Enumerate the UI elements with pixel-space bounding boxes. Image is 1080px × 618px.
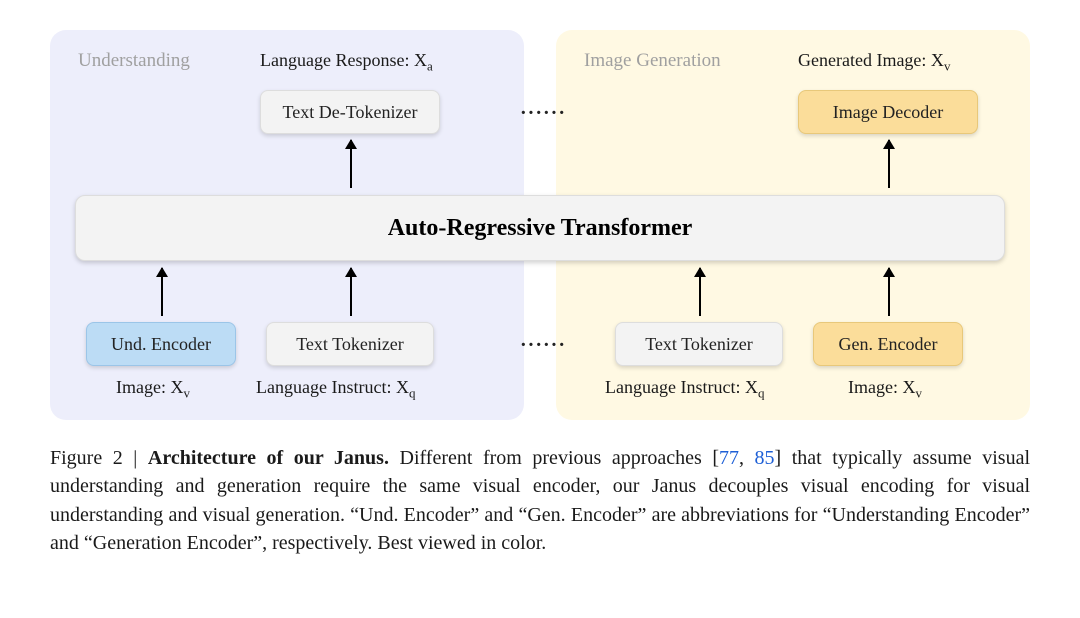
caption-ref1[interactable]: 77: [719, 447, 739, 469]
arrow-gen-encoder: [888, 268, 890, 316]
caption-prefix: Figure 2 |: [50, 447, 148, 469]
text-tokenizer-left-box: Text Tokenizer: [266, 322, 434, 366]
left-image-input-sub: v: [183, 386, 190, 401]
caption-ref2[interactable]: 85: [755, 447, 775, 469]
und-encoder-box: Und. Encoder: [86, 322, 236, 366]
left-lang-input-sub: q: [409, 386, 416, 401]
caption-text1: Different from previous approaches [: [389, 447, 719, 469]
architecture-diagram: Understanding Image Generation Language …: [50, 30, 1030, 420]
dots-bottom: ······: [520, 334, 566, 357]
left-lang-input-label: Language Instruct: Xq: [256, 377, 415, 402]
right-image-input-text: Image: X: [848, 377, 915, 397]
generated-image-sub: v: [944, 59, 951, 74]
right-image-input-sub: v: [915, 386, 922, 401]
arrow-und-encoder: [161, 268, 163, 316]
generated-image-text: Generated Image: X: [798, 50, 944, 70]
text-tokenizer-right-box: Text Tokenizer: [615, 322, 783, 366]
dots-top: ······: [520, 102, 566, 125]
figure-caption: Figure 2 | Architecture of our Janus. Di…: [50, 444, 1030, 558]
right-image-input-label: Image: Xv: [848, 377, 922, 402]
understanding-title: Understanding: [78, 50, 190, 72]
caption-comma: ,: [739, 447, 755, 469]
left-image-input-label: Image: Xv: [116, 377, 190, 402]
arrow-text-tok-left: [350, 268, 352, 316]
language-response-label: Language Response: Xa: [260, 50, 433, 75]
right-lang-input-sub: q: [758, 386, 765, 401]
arrow-detok-to-transformer: [350, 140, 352, 188]
right-lang-input-text: Language Instruct: X: [605, 377, 758, 397]
right-lang-input-label: Language Instruct: Xq: [605, 377, 764, 402]
text-detokenizer-box: Text De-Tokenizer: [260, 90, 440, 134]
arrow-text-tok-right: [699, 268, 701, 316]
transformer-box: Auto-Regressive Transformer: [75, 195, 1005, 261]
image-decoder-box: Image Decoder: [798, 90, 978, 134]
generated-image-label: Generated Image: Xv: [798, 50, 950, 75]
generation-title: Image Generation: [584, 50, 721, 72]
language-response-text: Language Response: X: [260, 50, 427, 70]
language-response-sub: a: [427, 59, 433, 74]
arrow-decoder-to-transformer: [888, 140, 890, 188]
gen-encoder-box: Gen. Encoder: [813, 322, 963, 366]
left-lang-input-text: Language Instruct: X: [256, 377, 409, 397]
left-image-input-text: Image: X: [116, 377, 183, 397]
caption-bold: Architecture of our Janus.: [148, 447, 389, 469]
